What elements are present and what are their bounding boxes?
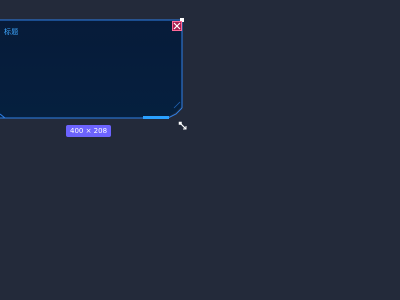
dialog-panel[interactable]: 标题 — [0, 0, 400, 300]
bottom-accent-bar — [143, 116, 169, 119]
size-badge: 400 × 208 — [66, 125, 112, 137]
close-icon — [173, 22, 181, 30]
resize-handle[interactable] — [178, 116, 188, 130]
resize-icon — [178, 121, 187, 130]
panel-frame — [0, 19, 183, 119]
canvas-stage: 标题 400 × 208 — [0, 0, 400, 300]
panel-title: 标题 — [4, 28, 19, 36]
close-button[interactable] — [172, 21, 182, 31]
